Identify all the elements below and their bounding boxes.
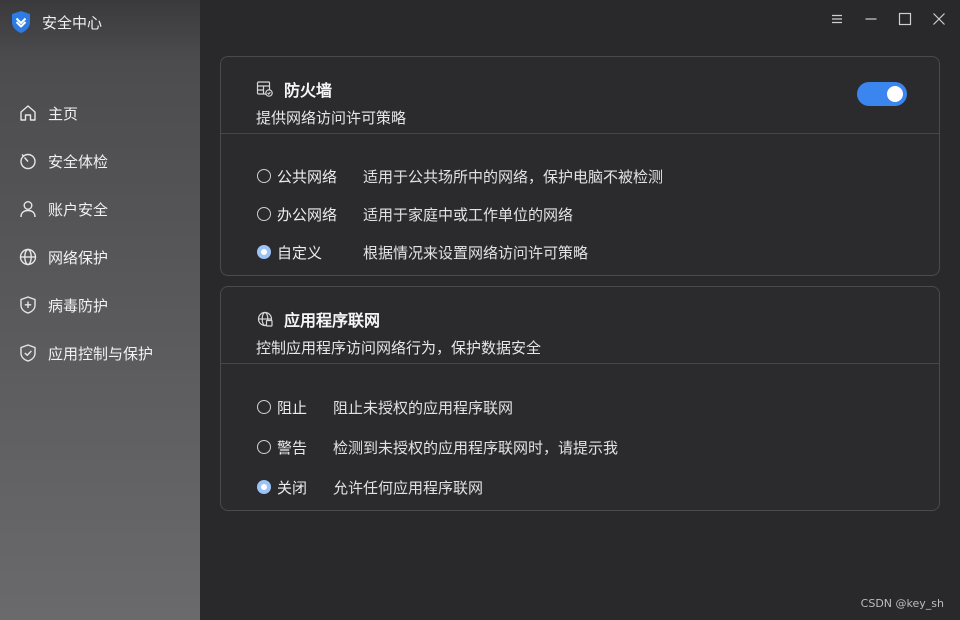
app-logo-icon xyxy=(12,11,30,33)
option-label: 警告 xyxy=(277,438,308,457)
user-icon xyxy=(20,201,36,218)
minimize-icon xyxy=(865,18,877,20)
firewall-card: 防火墙 提供网络访问许可策略 公共网络 适用于公共场所中的网络，保护电脑不被检测… xyxy=(220,56,940,276)
option-description: 根据情况来设置网络访问许可策略 xyxy=(363,243,589,262)
home-icon xyxy=(20,105,36,121)
option-description: 允许任何应用程序联网 xyxy=(333,478,484,497)
app-header: 安全中心 xyxy=(10,10,102,34)
sidebar-item-label: 账户安全 xyxy=(48,200,109,219)
app-network-icon xyxy=(257,311,273,327)
menu-icon xyxy=(832,14,842,24)
app-title: 安全中心 xyxy=(42,13,103,32)
radio-button-checked[interactable] xyxy=(257,245,271,259)
firewall-title: 防火墙 xyxy=(284,81,333,100)
sidebar-item-app-control[interactable]: 应用控制与保护 xyxy=(0,329,200,377)
option-description: 阻止未授权的应用程序联网 xyxy=(333,398,514,417)
globe-icon xyxy=(19,248,37,266)
app-network-card: 应用程序联网 控制应用程序访问网络行为，保护数据安全 阻止 阻止未授权的应用程序… xyxy=(220,286,940,511)
radio-button[interactable] xyxy=(257,440,271,454)
app-network-title: 应用程序联网 xyxy=(284,311,381,330)
option-label: 阻止 xyxy=(277,398,308,417)
sidebar-item-label: 网络保护 xyxy=(48,248,109,267)
sidebar-item-home[interactable]: 主页 xyxy=(0,89,200,137)
sidebar-item-label: 病毒防护 xyxy=(48,296,109,315)
option-description: 适用于公共场所中的网络，保护电脑不被检测 xyxy=(363,167,664,186)
sidebar-nav: 主页 安全体检 账户安全 网络保护 病毒防护 应用控制与保护 xyxy=(0,89,200,377)
shield-check-icon xyxy=(20,344,36,362)
firewall-options: 公共网络 适用于公共场所中的网络，保护电脑不被检测 办公网络 适用于家庭中或工作… xyxy=(257,157,663,271)
sidebar-item-network[interactable]: 网络保护 xyxy=(0,233,200,281)
radio-button[interactable] xyxy=(257,400,271,414)
firewall-option-custom[interactable]: 自定义 根据情况来设置网络访问许可策略 xyxy=(257,233,663,271)
main-content: 防火墙 提供网络访问许可策略 公共网络 适用于公共场所中的网络，保护电脑不被检测… xyxy=(200,0,960,620)
app-network-options: 阻止 阻止未授权的应用程序联网 警告 检测到未授权的应用程序联网时，请提示我 关… xyxy=(257,387,618,507)
watermark: CSDN @key_sh xyxy=(860,597,944,610)
sidebar-item-label: 主页 xyxy=(48,104,79,123)
firewall-icon xyxy=(256,81,273,97)
menu-button[interactable] xyxy=(826,8,848,30)
close-icon xyxy=(933,13,945,25)
sidebar: 安全中心 主页 安全体检 账户安全 网络保护 病毒防护 应用控制与保护 xyxy=(0,0,200,620)
firewall-option-office[interactable]: 办公网络 适用于家庭中或工作单位的网络 xyxy=(257,195,663,233)
checkup-icon xyxy=(20,153,36,170)
shield-plus-icon xyxy=(20,296,36,314)
radio-button[interactable] xyxy=(257,207,271,221)
sidebar-item-virus[interactable]: 病毒防护 xyxy=(0,281,200,329)
firewall-toggle[interactable] xyxy=(857,82,907,106)
option-label: 办公网络 xyxy=(277,205,338,224)
app-network-option-off[interactable]: 关闭 允许任何应用程序联网 xyxy=(257,467,618,507)
app-network-option-block[interactable]: 阻止 阻止未授权的应用程序联网 xyxy=(257,387,618,427)
window-controls xyxy=(826,8,950,30)
radio-button-checked[interactable] xyxy=(257,480,271,494)
option-description: 检测到未授权的应用程序联网时，请提示我 xyxy=(333,438,619,457)
firewall-option-public[interactable]: 公共网络 适用于公共场所中的网络，保护电脑不被检测 xyxy=(257,157,663,195)
option-label: 公共网络 xyxy=(277,167,338,186)
close-button[interactable] xyxy=(928,8,950,30)
sidebar-item-label: 安全体检 xyxy=(48,152,109,171)
sidebar-item-label: 应用控制与保护 xyxy=(48,344,154,363)
toggle-knob xyxy=(887,86,903,102)
minimize-button[interactable] xyxy=(860,8,882,30)
firewall-header: 防火墙 提供网络访问许可策略 xyxy=(221,57,939,134)
option-label: 自定义 xyxy=(277,243,323,262)
app-network-option-warn[interactable]: 警告 检测到未授权的应用程序联网时，请提示我 xyxy=(257,427,618,467)
app-network-header: 应用程序联网 控制应用程序访问网络行为，保护数据安全 xyxy=(221,287,939,364)
option-label: 关闭 xyxy=(277,478,308,497)
app-network-description: 控制应用程序访问网络行为，保护数据安全 xyxy=(256,339,542,357)
firewall-description: 提供网络访问许可策略 xyxy=(256,109,407,127)
sidebar-item-checkup[interactable]: 安全体检 xyxy=(0,137,200,185)
option-description: 适用于家庭中或工作单位的网络 xyxy=(363,205,574,224)
sidebar-item-account[interactable]: 账户安全 xyxy=(0,185,200,233)
radio-button[interactable] xyxy=(257,169,271,183)
maximize-icon xyxy=(898,12,912,26)
maximize-button[interactable] xyxy=(894,8,916,30)
